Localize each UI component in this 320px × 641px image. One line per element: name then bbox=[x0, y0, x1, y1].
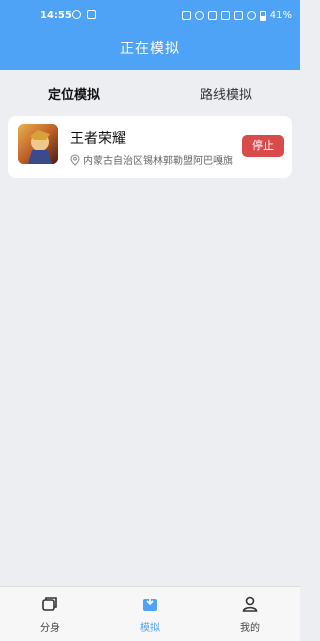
wifi-icon bbox=[246, 11, 256, 20]
tab-route-sim[interactable]: 路线模拟 bbox=[200, 84, 252, 103]
battery-percent: 41% bbox=[269, 10, 292, 21]
simulation-card: 王者荣耀 内蒙古自治区锡林郭勒盟阿巴嘎旗 停止 bbox=[8, 116, 292, 178]
nav-label-mine: 我的 bbox=[240, 623, 260, 634]
signal-icon bbox=[220, 11, 230, 20]
location-row: 内蒙古自治区锡林郭勒盟阿巴嘎旗 bbox=[70, 152, 233, 167]
bottom-nav: 分身 模拟 我的 bbox=[0, 586, 300, 641]
page-title: 正在模拟 bbox=[120, 41, 180, 57]
top-bar: 14:55 41% 正在模拟 bbox=[0, 0, 300, 70]
nav-label-simulate: 模拟 bbox=[140, 623, 160, 634]
battery-icon bbox=[259, 10, 266, 21]
nav-item-simulate[interactable]: 模拟 bbox=[120, 595, 180, 634]
app-name: 王者荣耀 bbox=[70, 131, 126, 147]
app-notification-icon bbox=[87, 10, 96, 19]
status-left-icons bbox=[72, 10, 96, 19]
sync-icon bbox=[72, 10, 81, 19]
location-text: 内蒙古自治区锡林郭勒盟阿巴嘎旗 bbox=[83, 156, 233, 167]
status-time: 14:55 bbox=[40, 10, 72, 21]
tab-bar: 定位模拟 路线模拟 bbox=[0, 70, 300, 114]
user-icon bbox=[242, 596, 258, 612]
alarm-icon bbox=[194, 11, 204, 20]
nav-item-mine[interactable]: 我的 bbox=[220, 595, 280, 634]
signal2-icon bbox=[233, 11, 243, 20]
nfc-icon bbox=[181, 11, 191, 20]
clone-icon bbox=[42, 597, 57, 611]
nav-label-clone: 分身 bbox=[40, 623, 60, 634]
location-pin-icon bbox=[70, 153, 80, 166]
simulate-icon bbox=[143, 596, 157, 611]
mute-icon bbox=[207, 11, 217, 20]
tab-location-sim[interactable]: 定位模拟 bbox=[48, 84, 100, 103]
status-right-icons: 41% bbox=[181, 10, 292, 21]
nav-item-clone[interactable]: 分身 bbox=[20, 595, 80, 634]
status-bar: 14:55 41% bbox=[0, 10, 300, 26]
stop-button[interactable]: 停止 bbox=[242, 135, 284, 157]
app-icon bbox=[18, 124, 58, 164]
